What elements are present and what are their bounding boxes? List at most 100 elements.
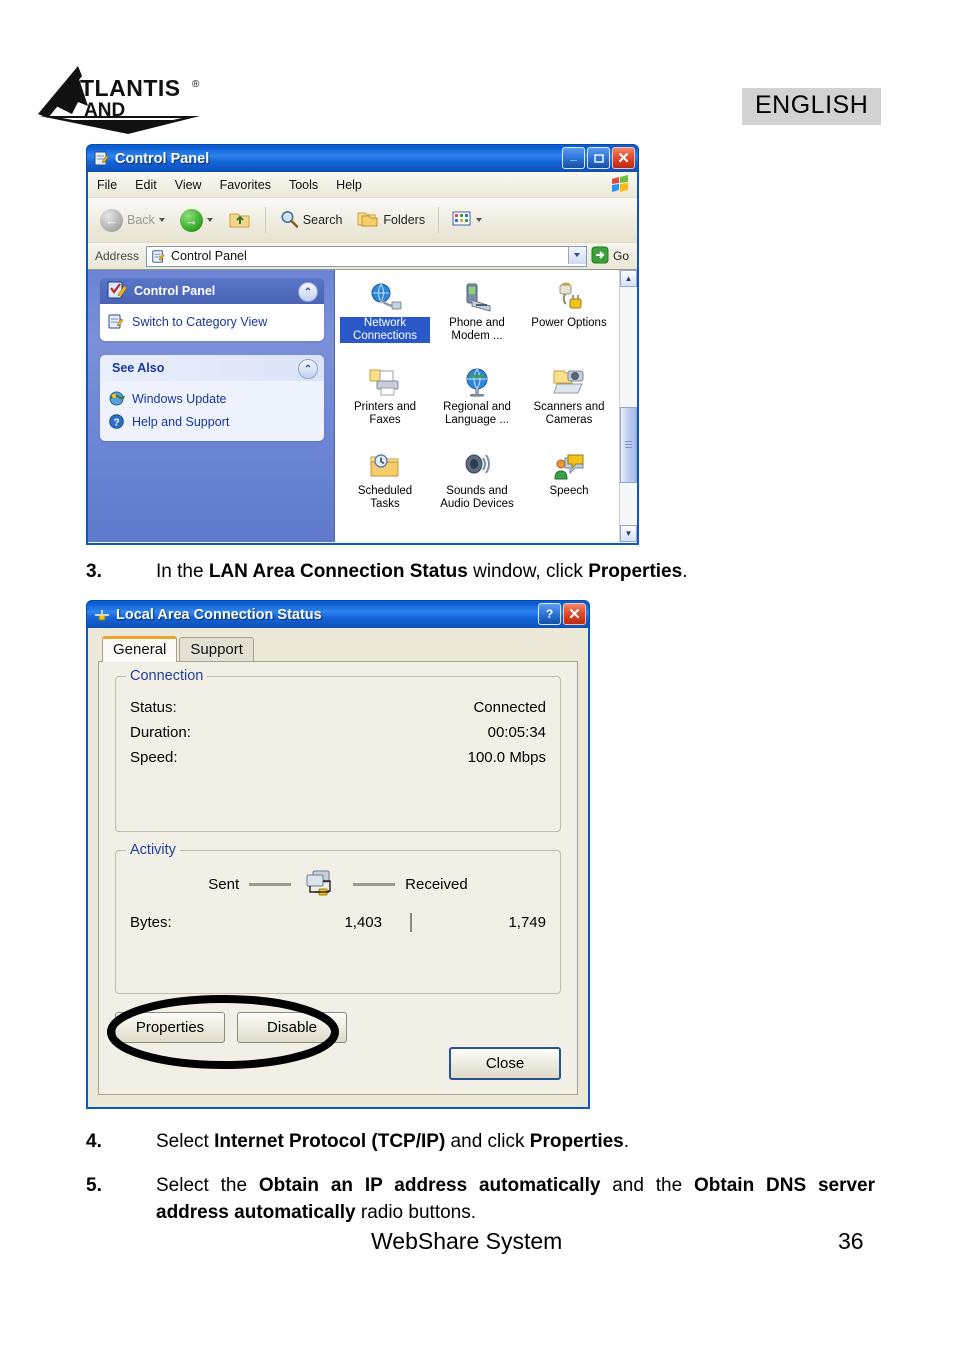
sidebar-panel-body: Switch to Category View (100, 304, 324, 341)
sidebar-item-switch-to-category-view[interactable]: Switch to Category View (108, 310, 320, 333)
menu-file[interactable]: File (88, 178, 126, 192)
atlantis-land-logo: TLANTIS ® AND (32, 62, 207, 134)
lan-dialog-body: General Support Connection Status: Conne… (86, 628, 590, 1109)
footer-page-number: 36 (838, 1228, 864, 1254)
forward-button[interactable]: → (174, 206, 219, 235)
scroll-down-button[interactable]: ▼ (620, 525, 637, 542)
network-connections-icon (368, 282, 402, 314)
scroll-up-button[interactable]: ▲ (620, 270, 637, 287)
cp-icon-regional-and-language[interactable]: Regional and Language ... (431, 362, 523, 446)
control-panel-window-buttons: _ ✕ (562, 147, 635, 169)
duration-label: Duration: (130, 724, 191, 741)
close-button[interactable]: Close (449, 1047, 561, 1080)
printers-faxes-icon (368, 366, 402, 398)
windows-update-icon (108, 390, 125, 407)
views-icon (452, 210, 472, 231)
cp-icon-scanners-and-cameras[interactable]: Scanners and Cameras (523, 362, 615, 446)
cp-icon-label: Scanners and Cameras (533, 401, 605, 426)
control-panel-tasks-icon (106, 280, 128, 302)
scheduled-tasks-icon (368, 450, 402, 482)
see-also-header: See Also ⌃ (100, 355, 324, 381)
chevron-up-icon-2[interactable]: ⌃ (298, 359, 318, 379)
activity-dash-right (353, 882, 396, 886)
go-arrow-icon (591, 246, 609, 267)
cp-icon-phone-and-modem[interactable]: Phone and Modem ... (431, 278, 523, 362)
sidebar-item-windows-update[interactable]: Windows Update (108, 387, 320, 410)
cp-icon-power-options[interactable]: Power Options (523, 278, 615, 362)
cp-icon-label: Printers and Faxes (353, 401, 416, 426)
lan-dialog-tabstrip: General Support (98, 636, 578, 662)
connection-row-speed: Speed: 100.0 Mbps (130, 745, 546, 770)
control-panel-sidebar: Control Panel ⌃ Switch to Category View … (88, 270, 334, 542)
menu-edit[interactable]: Edit (126, 178, 166, 192)
see-also-title: See Also (112, 361, 165, 375)
sidebar-item-label: Help and Support (132, 414, 230, 429)
folders-button[interactable]: Folders (351, 206, 431, 235)
activity-legend: Activity (126, 842, 180, 858)
chevron-up-icon[interactable]: ⌃ (298, 282, 318, 302)
close-window-button[interactable]: ✕ (563, 603, 586, 625)
cp-icon-sounds-and-audio-devices[interactable]: Sounds and Audio Devices (431, 446, 523, 530)
duration-value: 00:05:34 (487, 724, 546, 741)
address-dropdown-chevron-icon[interactable] (567, 246, 586, 264)
address-bar: Address Control Panel Go (88, 243, 637, 270)
views-dropdown-caret-icon[interactable] (476, 218, 483, 222)
close-button-wrap: Close (449, 1047, 561, 1080)
up-button[interactable] (222, 205, 258, 236)
power-options-icon (552, 282, 586, 314)
views-button[interactable] (446, 207, 488, 234)
activity-group: Activity Sent Received Bytes: 1,403 1,74… (115, 842, 561, 994)
control-panel-title: Control Panel (115, 150, 210, 167)
back-button[interactable]: ← Back (94, 206, 171, 235)
step-4-number: 4. (86, 1131, 102, 1152)
control-panel-menubar: File Edit View Favorites Tools Help (88, 172, 637, 198)
cp-icon-speech[interactable]: Speech (523, 446, 615, 530)
control-panel-toolbar: ← Back → Search Folders (88, 198, 637, 243)
speed-label: Speed: (130, 749, 178, 766)
forward-dropdown-caret-icon[interactable] (206, 218, 213, 222)
sidebar-panel-title: Control Panel (134, 284, 216, 298)
go-button[interactable]: Go (591, 246, 633, 267)
toolbar-separator (264, 207, 266, 233)
footer-product: WebShare System (371, 1228, 563, 1254)
network-activity-icon (301, 869, 343, 899)
tab-general[interactable]: General (102, 636, 178, 662)
step-4: 4. Select Internet Protocol (TCP/IP) and… (80, 1128, 880, 1155)
sidebar-panel-header: Control Panel ⌃ (100, 278, 324, 304)
sidebar-item-help-and-support[interactable]: ? Help and Support (108, 410, 320, 433)
address-input[interactable]: Control Panel (146, 245, 587, 267)
up-folder-icon (228, 208, 252, 233)
cp-icon-label: Regional and Language ... (443, 401, 511, 426)
search-button[interactable]: Search (273, 206, 349, 235)
cp-icon-label: Network Connections (340, 317, 430, 343)
cp-icon-label: Sounds and Audio Devices (440, 485, 514, 510)
scroll-thumb[interactable] (620, 407, 637, 483)
menu-view[interactable]: View (166, 178, 211, 192)
search-icon (279, 209, 299, 232)
back-dropdown-caret-icon[interactable] (158, 218, 165, 222)
lan-dialog-title: Local Area Connection Status (116, 606, 322, 623)
address-value: Control Panel (171, 249, 247, 263)
search-label: Search (302, 213, 343, 227)
address-label: Address (95, 249, 140, 263)
properties-button[interactable]: Properties (115, 1012, 225, 1043)
minimize-button[interactable]: _ (562, 147, 585, 169)
cp-icon-scheduled-tasks[interactable]: Scheduled Tasks (339, 446, 431, 530)
scroll-track[interactable] (620, 287, 637, 525)
close-button[interactable]: ✕ (612, 147, 635, 169)
cp-icon-network-connections[interactable]: Network Connections (339, 278, 431, 362)
maximize-button[interactable] (587, 147, 610, 169)
tab-support[interactable]: Support (179, 637, 254, 662)
menu-help[interactable]: Help (327, 178, 371, 192)
menu-tools[interactable]: Tools (280, 178, 327, 192)
received-label: Received (405, 875, 468, 893)
see-also-body: Windows Update ? Help and Support (100, 381, 324, 441)
control-panel-main: Control Panel ⌃ Switch to Category View … (88, 270, 637, 542)
help-button[interactable]: ? (538, 603, 561, 625)
cp-icon-printers-and-faxes[interactable]: Printers and Faxes (339, 362, 431, 446)
disable-button[interactable]: Disable (237, 1012, 347, 1043)
control-panel-icon (93, 150, 110, 167)
connection-row-status: Status: Connected (130, 695, 546, 720)
content-vertical-scrollbar[interactable]: ▲ ▼ (619, 270, 637, 542)
menu-favorites[interactable]: Favorites (211, 178, 280, 192)
